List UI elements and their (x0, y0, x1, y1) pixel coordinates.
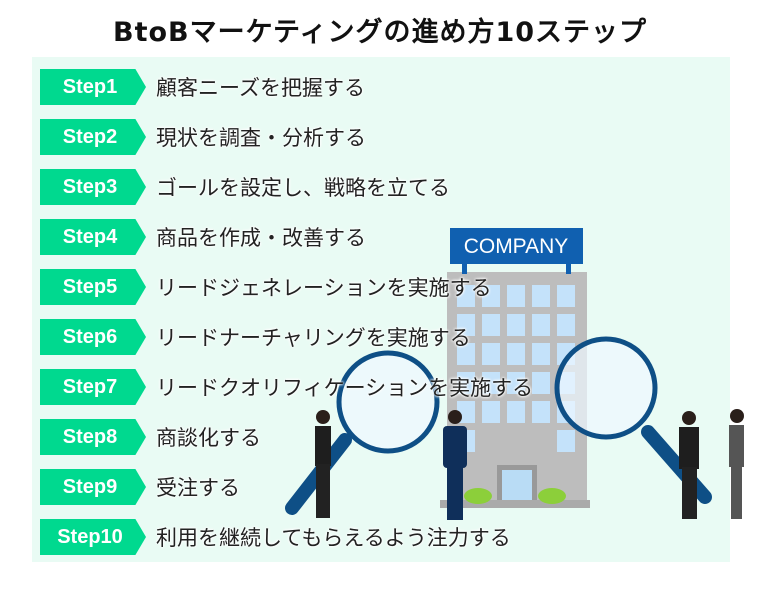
step-badge: Step4 (40, 219, 146, 255)
step-text: ゴールを設定し、戦略を立てる (156, 176, 450, 200)
sign-text: COMPANY (464, 235, 569, 258)
step-text: 商談化する (156, 426, 261, 450)
building-window (532, 401, 550, 423)
building-window (532, 285, 550, 307)
step-row: Step4 商品を作成・改善する (40, 219, 366, 255)
step-row: Step3 ゴールを設定し、戦略を立てる (40, 169, 450, 205)
step-row: Step7 リードクオリフィケーションを実施する (40, 369, 533, 405)
building-window (532, 372, 550, 394)
step-text: 顧客ニーズを把握する (156, 76, 365, 100)
step-text: 利用を継続してもらえるよう注力する (156, 526, 511, 550)
step-badge: Step8 (40, 419, 146, 455)
building-window (507, 343, 525, 365)
building-window (532, 314, 550, 336)
step-text: 受注する (156, 476, 240, 500)
step-row: Step10 利用を継続してもらえるよう注力する (40, 519, 511, 555)
step-text: 現状を調査・分析する (156, 126, 366, 150)
building-window (507, 314, 525, 336)
step-row: Step6 リードナーチャリングを実施する (40, 319, 471, 355)
step-badge: Step2 (40, 119, 146, 155)
step-row: Step5 リードジェネレーションを実施する (40, 269, 492, 305)
step-badge: Step1 (40, 69, 146, 105)
step-row: Step8 商談化する (40, 419, 261, 455)
step-badge: Step3 (40, 169, 146, 205)
step-badge: Step9 (40, 469, 146, 505)
step-text: 商品を作成・改善する (156, 226, 366, 250)
step-badge: Step7 (40, 369, 146, 405)
building-window (482, 343, 500, 365)
building-window (557, 314, 575, 336)
building-window (557, 430, 575, 452)
step-row: Step2 現状を調査・分析する (40, 119, 366, 155)
step-badge: Step5 (40, 269, 146, 305)
step-badge: Step10 (40, 519, 146, 555)
step-badge: Step6 (40, 319, 146, 355)
step-row: Step1 顧客ニーズを把握する (40, 69, 365, 105)
building-window (532, 343, 550, 365)
building-window (507, 285, 525, 307)
company-sign: COMPANY (450, 228, 583, 274)
building-window (557, 285, 575, 307)
building-window (482, 314, 500, 336)
step-text: リードジェネレーションを実施する (156, 276, 492, 300)
step-text: リードクオリフィケーションを実施する (156, 376, 534, 400)
step-text: リードナーチャリングを実施する (156, 326, 471, 350)
step-row: Step9 受注する (40, 469, 240, 505)
